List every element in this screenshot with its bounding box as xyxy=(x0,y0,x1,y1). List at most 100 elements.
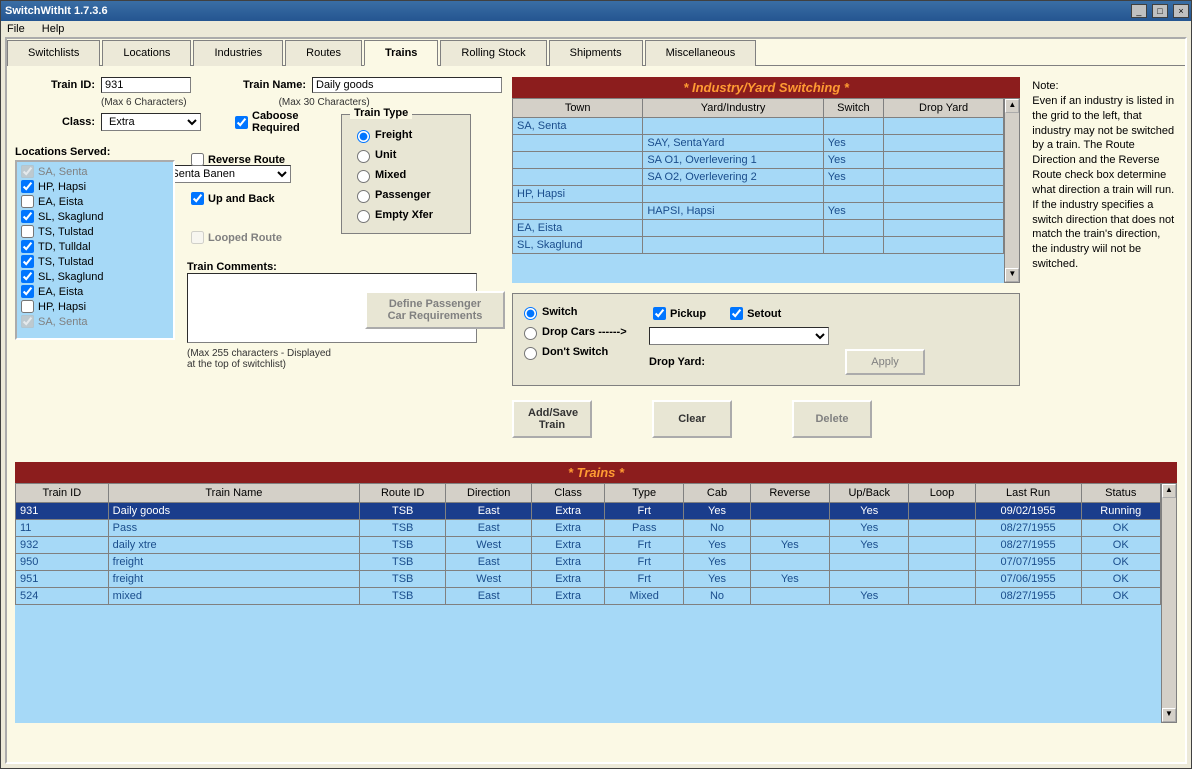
location-checkbox[interactable] xyxy=(21,300,34,313)
trains-col-header[interactable]: Reverse xyxy=(750,484,829,503)
switch-col-header[interactable]: Drop Yard xyxy=(883,99,1003,118)
menu-help[interactable]: Help xyxy=(42,23,65,35)
pickup-checkbox[interactable] xyxy=(653,307,666,320)
trains-col-header[interactable]: Class xyxy=(532,484,605,503)
trains-col-header[interactable]: Type xyxy=(605,484,684,503)
location-checkbox[interactable] xyxy=(21,225,34,238)
switch-row[interactable]: SA, Senta xyxy=(513,118,1004,135)
location-checkbox[interactable] xyxy=(21,210,34,223)
caboose-label: Caboose Required xyxy=(252,110,322,134)
train-id-hint: (Max 6 Characters) xyxy=(101,97,187,108)
define-passenger-button: Define Passenger Car Requirements xyxy=(365,291,505,329)
menu-file[interactable]: File xyxy=(7,23,25,35)
drop-yard-select[interactable] xyxy=(649,327,829,345)
trains-col-header[interactable]: Status xyxy=(1081,484,1160,503)
trains-grid-scrollbar[interactable]: ▲ ▼ xyxy=(1161,483,1177,723)
switch-row[interactable]: SAY, SentaYardYes xyxy=(513,135,1004,152)
trains-row[interactable]: 11PassTSBEastExtraPassNoYes08/27/1955OK xyxy=(16,520,1161,537)
location-item-label: SL, Skaglund xyxy=(38,271,103,283)
trains-col-header[interactable]: Train ID xyxy=(16,484,109,503)
location-checkbox xyxy=(21,315,34,328)
train-type-mixed-radio[interactable] xyxy=(357,170,370,183)
switch-col-header[interactable]: Town xyxy=(513,99,643,118)
switch-row[interactable]: HAPSI, HapsiYes xyxy=(513,203,1004,220)
switch-row[interactable]: SL, Skaglund xyxy=(513,237,1004,254)
location-checkbox[interactable] xyxy=(21,240,34,253)
trains-row[interactable]: 951freightTSBWestExtraFrtYesYes07/06/195… xyxy=(16,571,1161,588)
train-id-input[interactable] xyxy=(101,77,191,93)
menubar: File Help xyxy=(1,21,1191,37)
drop-cars-radio[interactable] xyxy=(524,327,537,340)
locations-label: Locations Served: xyxy=(15,146,175,158)
switch-col-header[interactable]: Switch xyxy=(823,99,883,118)
trains-col-header[interactable]: Cab xyxy=(684,484,750,503)
location-checkbox[interactable] xyxy=(21,285,34,298)
trains-grid-title: * Trains * xyxy=(15,462,1177,483)
location-item-label: TD, Tulldal xyxy=(38,241,91,253)
minimize-button[interactable]: _ xyxy=(1131,4,1147,18)
delete-button: Delete xyxy=(792,400,872,438)
maximize-button[interactable]: □ xyxy=(1152,4,1168,18)
trains-col-header[interactable]: Direction xyxy=(446,484,532,503)
location-item-label: SA, Senta xyxy=(38,316,88,328)
caboose-checkbox[interactable] xyxy=(235,116,248,129)
locations-listbox[interactable]: SA, SentaHP, HapsiEA, EistaSL, SkaglundT… xyxy=(15,160,175,340)
trains-col-header[interactable]: Route ID xyxy=(360,484,446,503)
note-panel: Note: Even if an industry is listed in t… xyxy=(1030,77,1177,438)
switch-row[interactable]: SA O2, Overlevering 2Yes xyxy=(513,169,1004,186)
switch-row[interactable]: HP, Hapsi xyxy=(513,186,1004,203)
tab-shipments[interactable]: Shipments xyxy=(549,40,643,66)
tab-miscellaneous[interactable]: Miscellaneous xyxy=(645,40,757,66)
add-save-button[interactable]: Add/Save Train xyxy=(512,400,592,438)
class-select[interactable]: Extra xyxy=(101,113,201,131)
location-item-label: TS, Tulstad xyxy=(38,226,94,238)
scroll-up-icon[interactable]: ▲ xyxy=(1005,99,1019,113)
close-button[interactable]: × xyxy=(1173,4,1189,18)
switch-col-header[interactable]: Yard/Industry xyxy=(643,99,823,118)
trains-col-header[interactable]: Loop xyxy=(909,484,975,503)
switch-radio[interactable] xyxy=(524,307,537,320)
trains-row[interactable]: 524mixedTSBEastExtraMixedNoYes08/27/1955… xyxy=(16,588,1161,605)
dont-switch-radio[interactable] xyxy=(524,347,537,360)
trains-col-header[interactable]: Last Run xyxy=(975,484,1081,503)
location-checkbox[interactable] xyxy=(21,195,34,208)
class-label: Class: xyxy=(15,116,95,128)
setout-checkbox[interactable] xyxy=(730,307,743,320)
tab-routes[interactable]: Routes xyxy=(285,40,362,66)
scroll-down-icon[interactable]: ▼ xyxy=(1162,708,1176,722)
switch-grid[interactable]: TownYard/IndustrySwitchDrop YardSA, Sent… xyxy=(512,98,1004,254)
switch-grid-scrollbar[interactable]: ▲ ▼ xyxy=(1004,98,1020,283)
trains-grid[interactable]: Train IDTrain NameRoute IDDirectionClass… xyxy=(15,483,1161,605)
train-name-input[interactable] xyxy=(312,77,502,93)
setout-label: Setout xyxy=(747,308,781,320)
reverse-route-checkbox[interactable] xyxy=(191,153,204,166)
tab-locations[interactable]: Locations xyxy=(102,40,191,66)
location-checkbox[interactable] xyxy=(21,255,34,268)
tab-rolling-stock[interactable]: Rolling Stock xyxy=(440,40,546,66)
location-checkbox[interactable] xyxy=(21,180,34,193)
pickup-label: Pickup xyxy=(670,308,706,320)
train-type-unit-radio[interactable] xyxy=(357,150,370,163)
location-checkbox[interactable] xyxy=(21,270,34,283)
switch-grid-title: * Industry/Yard Switching * xyxy=(512,77,1020,98)
trains-row[interactable]: 931Daily goodsTSBEastExtraFrtYesYes09/02… xyxy=(16,503,1161,520)
up-back-checkbox[interactable] xyxy=(191,192,204,205)
trains-col-header[interactable]: Up/Back xyxy=(830,484,909,503)
scroll-down-icon[interactable]: ▼ xyxy=(1005,268,1019,282)
tab-trains[interactable]: Trains xyxy=(364,40,438,66)
scroll-up-icon[interactable]: ▲ xyxy=(1162,484,1176,498)
tab-switchlists[interactable]: Switchlists xyxy=(7,40,100,66)
train-type-freight-radio[interactable] xyxy=(357,130,370,143)
train-type-option-label: Empty Xfer xyxy=(375,209,433,221)
apply-button: Apply xyxy=(845,349,925,375)
switch-row[interactable]: SA O1, Overlevering 1Yes xyxy=(513,152,1004,169)
clear-button[interactable]: Clear xyxy=(652,400,732,438)
tab-industries[interactable]: Industries xyxy=(193,40,283,66)
trains-col-header[interactable]: Train Name xyxy=(108,484,360,503)
trains-row[interactable]: 950freightTSBEastExtraFrtYes07/07/1955OK xyxy=(16,554,1161,571)
train-type-empty-xfer-radio[interactable] xyxy=(357,210,370,223)
dont-switch-label: Don't Switch xyxy=(542,346,608,358)
switch-row[interactable]: EA, Eista xyxy=(513,220,1004,237)
train-type-passenger-radio[interactable] xyxy=(357,190,370,203)
trains-row[interactable]: 932daily xtreTSBWestExtraFrtYesYesYes08/… xyxy=(16,537,1161,554)
